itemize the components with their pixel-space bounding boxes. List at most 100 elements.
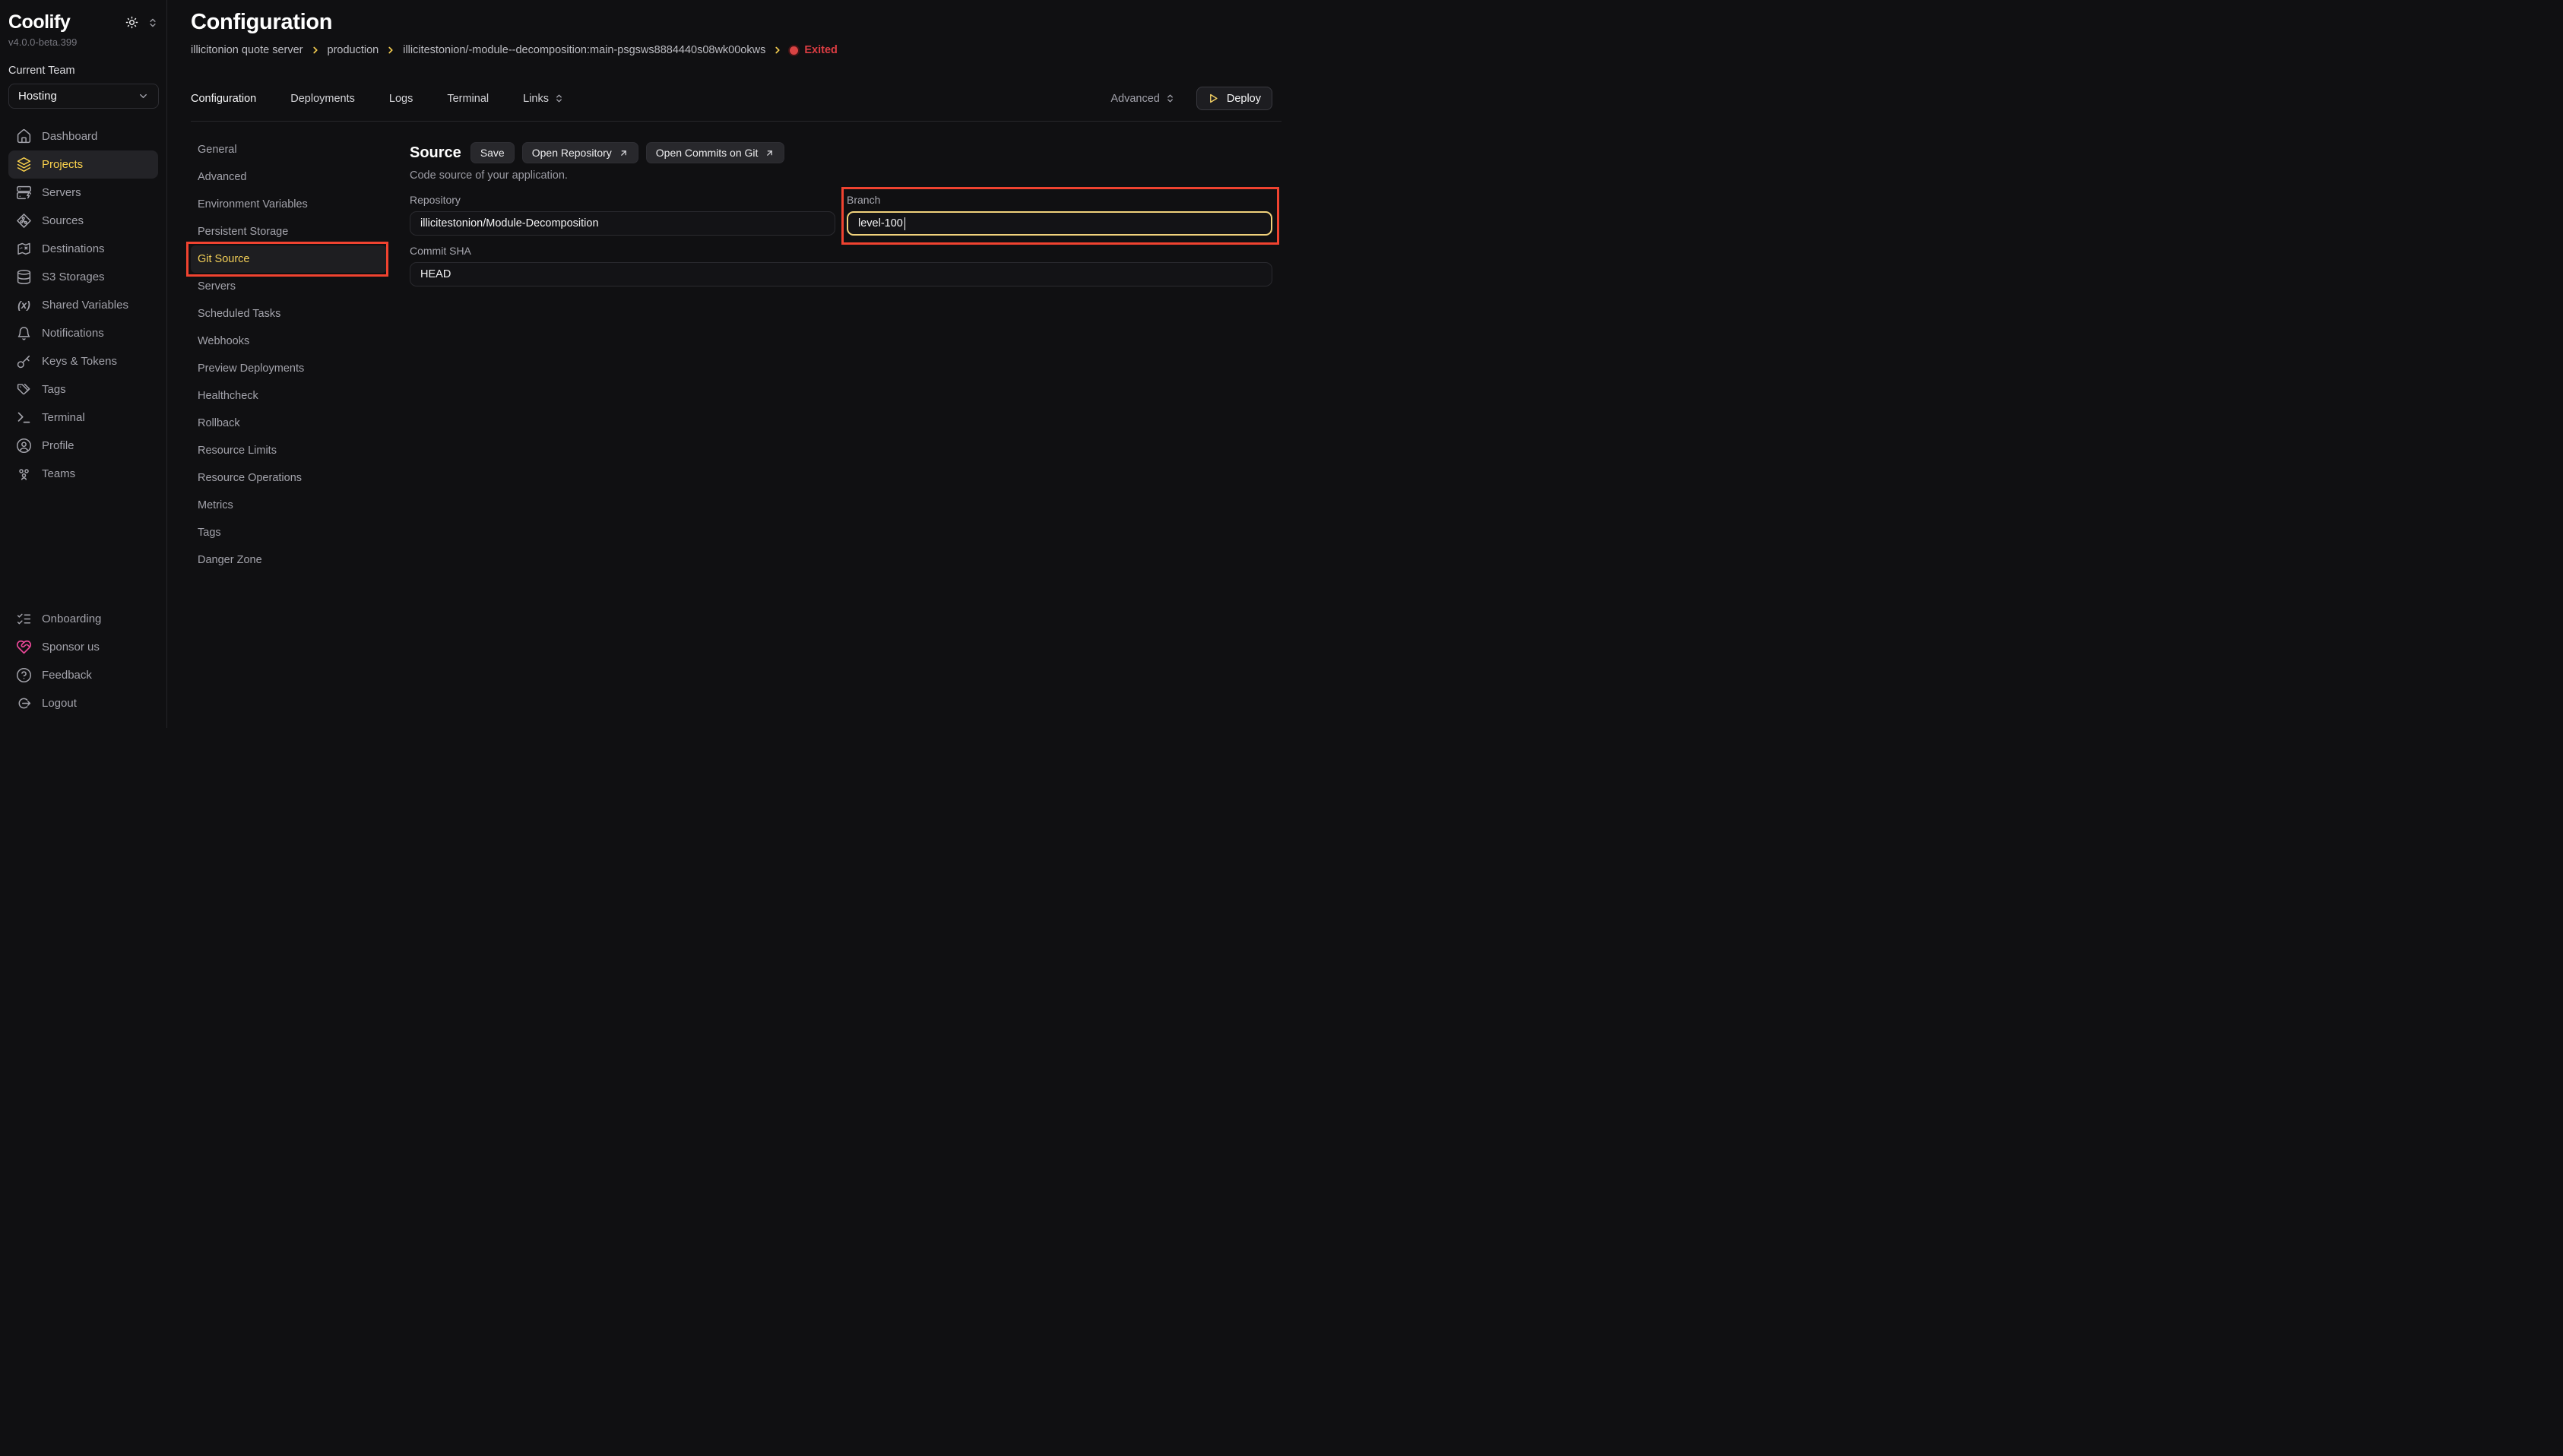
subnav-item-environment-variables[interactable]: Environment Variables (191, 191, 387, 218)
chevron-right-icon (385, 45, 396, 55)
tab-row: Configuration Deployments Logs Terminal … (191, 87, 1282, 122)
deploy-button[interactable]: Deploy (1196, 87, 1272, 110)
source-heading: Source (410, 144, 461, 162)
tab-configuration[interactable]: Configuration (191, 93, 256, 105)
sidebar-item-profile[interactable]: Profile (8, 432, 158, 460)
team-select[interactable]: Hosting (8, 84, 159, 109)
sidebar-item-s3-storages[interactable]: S3 Storages (8, 263, 158, 291)
commit-sha-value: HEAD (420, 268, 451, 280)
subnav-item-git-source[interactable]: Git Source (191, 245, 387, 273)
sidebar-item-label: Onboarding (42, 612, 101, 625)
tabs: Configuration Deployments Logs Terminal … (191, 93, 564, 105)
sidebar-item-sponsor-us[interactable]: Sponsor us (8, 633, 158, 661)
subnav-item-danger-zone[interactable]: Danger Zone (191, 546, 387, 574)
save-button[interactable]: Save (470, 142, 515, 163)
subnav-item-scheduled-tasks[interactable]: Scheduled Tasks (191, 300, 387, 328)
key-icon (16, 353, 32, 369)
tab-links-label: Links (523, 93, 549, 105)
commit-sha-input[interactable]: HEAD (410, 262, 1272, 286)
sidebar-item-servers[interactable]: Servers (8, 179, 158, 207)
configuration-body: General Advanced Environment Variables P… (191, 136, 1282, 728)
sidebar-nav: Dashboard Projects Servers Sources Desti… (8, 122, 158, 488)
save-label: Save (480, 147, 505, 159)
app-version: v4.0.0-beta.399 (8, 36, 158, 48)
sidebar-item-label: Tags (42, 383, 66, 396)
heart-handshake-icon (16, 639, 32, 655)
map-icon (16, 241, 32, 257)
sidebar-item-tags[interactable]: Tags (8, 375, 158, 404)
arrow-up-right-icon (765, 148, 775, 158)
advanced-label: Advanced (1110, 93, 1160, 105)
open-commits-button[interactable]: Open Commits on Git (646, 142, 785, 163)
status-dot-icon (790, 46, 798, 55)
sidebar-item-projects[interactable]: Projects (8, 150, 158, 179)
subnav-item-webhooks[interactable]: Webhooks (191, 328, 387, 355)
bell-icon (16, 325, 32, 341)
open-repository-label: Open Repository (532, 147, 612, 159)
branch-input[interactable]: level-100 (847, 211, 1272, 236)
tab-deployments[interactable]: Deployments (290, 93, 355, 105)
breadcrumb: illicitonion quote server production ill… (191, 44, 1282, 56)
subnav-item-tags[interactable]: Tags (191, 519, 387, 546)
tab-links[interactable]: Links (523, 93, 564, 105)
chevrons-up-down-icon (1165, 93, 1175, 103)
sidebar-item-onboarding[interactable]: Onboarding (8, 605, 158, 633)
subnav-item-servers[interactable]: Servers (191, 273, 387, 300)
subnav-item-healthcheck[interactable]: Healthcheck (191, 382, 387, 410)
sidebar-item-label: Notifications (42, 327, 104, 340)
subnav-item-rollback[interactable]: Rollback (191, 410, 387, 437)
tab-terminal[interactable]: Terminal (447, 93, 489, 105)
subnav-item-resource-operations[interactable]: Resource Operations (191, 464, 387, 492)
chevron-right-icon (772, 45, 783, 55)
open-repository-button[interactable]: Open Repository (522, 142, 638, 163)
sidebar-item-destinations[interactable]: Destinations (8, 235, 158, 263)
sidebar-item-teams[interactable]: Teams (8, 460, 158, 488)
branch-value: level-100 (858, 217, 903, 229)
git-source-icon (16, 213, 32, 229)
repository-label: Repository (410, 194, 835, 206)
branch-label: Branch (847, 194, 1272, 206)
breadcrumb-environment[interactable]: production (328, 44, 379, 56)
sidebar-item-label: Feedback (42, 669, 92, 682)
subnav-item-label: Git Source (198, 253, 250, 265)
sidebar-item-label: Dashboard (42, 130, 97, 143)
user-circle-icon (16, 438, 32, 454)
braces-x-icon: (x) (16, 297, 32, 313)
subnav-item-preview-deployments[interactable]: Preview Deployments (191, 355, 387, 382)
chevrons-up-down-icon[interactable] (147, 17, 158, 28)
help-circle-icon (16, 667, 32, 683)
tag-icon (16, 381, 32, 397)
sidebar-item-label: Sponsor us (42, 641, 100, 654)
logo-icons (125, 16, 158, 29)
repository-value: illicitestonion/Module-Decomposition (420, 217, 599, 229)
subnav-item-persistent-storage[interactable]: Persistent Storage (191, 218, 387, 245)
play-icon (1208, 93, 1219, 104)
tab-logs[interactable]: Logs (389, 93, 413, 105)
sidebar-item-label: Destinations (42, 242, 105, 255)
sidebar-item-dashboard[interactable]: Dashboard (8, 122, 158, 150)
repository-input[interactable]: illicitestonion/Module-Decomposition (410, 211, 835, 236)
breadcrumb-project[interactable]: illicitonion quote server (191, 44, 303, 56)
sidebar-item-feedback[interactable]: Feedback (8, 661, 158, 689)
sidebar-item-shared-variables[interactable]: (x) Shared Variables (8, 291, 158, 319)
subnav-item-metrics[interactable]: Metrics (191, 492, 387, 519)
sidebar-item-terminal[interactable]: Terminal (8, 404, 158, 432)
source-description: Code source of your application. (410, 169, 1272, 182)
subnav-item-resource-limits[interactable]: Resource Limits (191, 437, 387, 464)
users-icon (16, 466, 32, 482)
sidebar-item-logout[interactable]: Logout (8, 689, 158, 717)
main-content: Configuration illicitonion quote server … (167, 0, 1282, 728)
sidebar-item-sources[interactable]: Sources (8, 207, 158, 235)
server-icon (16, 185, 32, 201)
sidebar-item-label: Sources (42, 214, 84, 227)
subnav-item-general[interactable]: General (191, 136, 387, 163)
sidebar-item-notifications[interactable]: Notifications (8, 319, 158, 347)
sidebar-item-keys-tokens[interactable]: Keys & Tokens (8, 347, 158, 375)
sun-icon[interactable] (125, 16, 138, 29)
config-subnav: General Advanced Environment Variables P… (191, 136, 387, 728)
breadcrumb-application[interactable]: illicitestonion/-module--decomposition:m… (403, 44, 765, 56)
advanced-dropdown[interactable]: Advanced (1110, 93, 1175, 105)
home-icon (16, 128, 32, 144)
source-fields: Repository illicitestonion/Module-Decomp… (410, 194, 1272, 236)
subnav-item-advanced[interactable]: Advanced (191, 163, 387, 191)
